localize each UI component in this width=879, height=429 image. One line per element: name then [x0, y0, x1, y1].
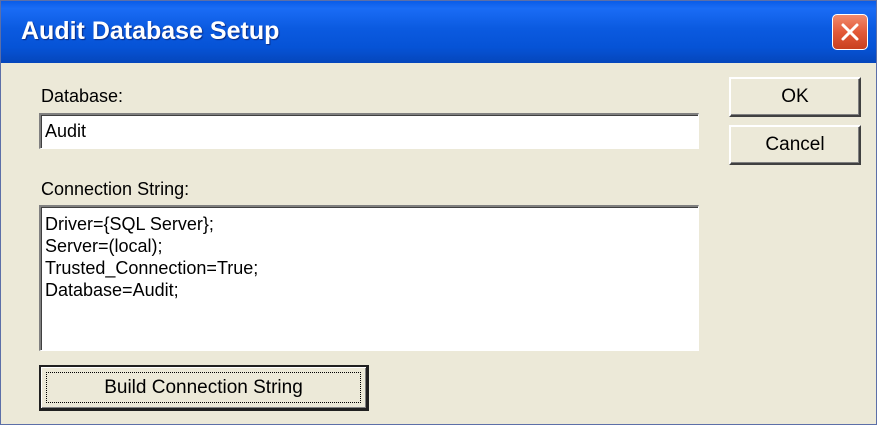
close-button[interactable] [832, 14, 868, 50]
ok-button[interactable]: OK [729, 77, 861, 117]
connection-string-label: Connection String: [41, 179, 190, 199]
window-title: Audit Database Setup [21, 17, 280, 45]
connection-string-line: Driver={SQL Server}; [45, 214, 214, 234]
ok-button-label: OK [781, 86, 809, 107]
cancel-button[interactable]: Cancel [729, 125, 861, 165]
connection-string-line: Server=(local); [45, 236, 163, 256]
database-label: Database: [41, 86, 124, 106]
build-button-label: Build Connection String [104, 376, 303, 398]
connection-string-line: Database=Audit; [45, 280, 179, 300]
connection-string-textarea[interactable]: Driver={SQL Server}; Server=(local); Tru… [39, 205, 699, 351]
close-icon [839, 21, 861, 43]
build-connection-string-button[interactable]: Build Connection String [39, 365, 369, 411]
audit-database-setup-dialog: Audit Database Setup Database: Connectio… [0, 0, 877, 425]
cancel-button-label: Cancel [765, 134, 825, 155]
title-bar[interactable]: Audit Database Setup [1, 1, 876, 63]
database-input[interactable] [39, 113, 699, 149]
connection-string-line: Trusted_Connection=True; [45, 258, 259, 278]
